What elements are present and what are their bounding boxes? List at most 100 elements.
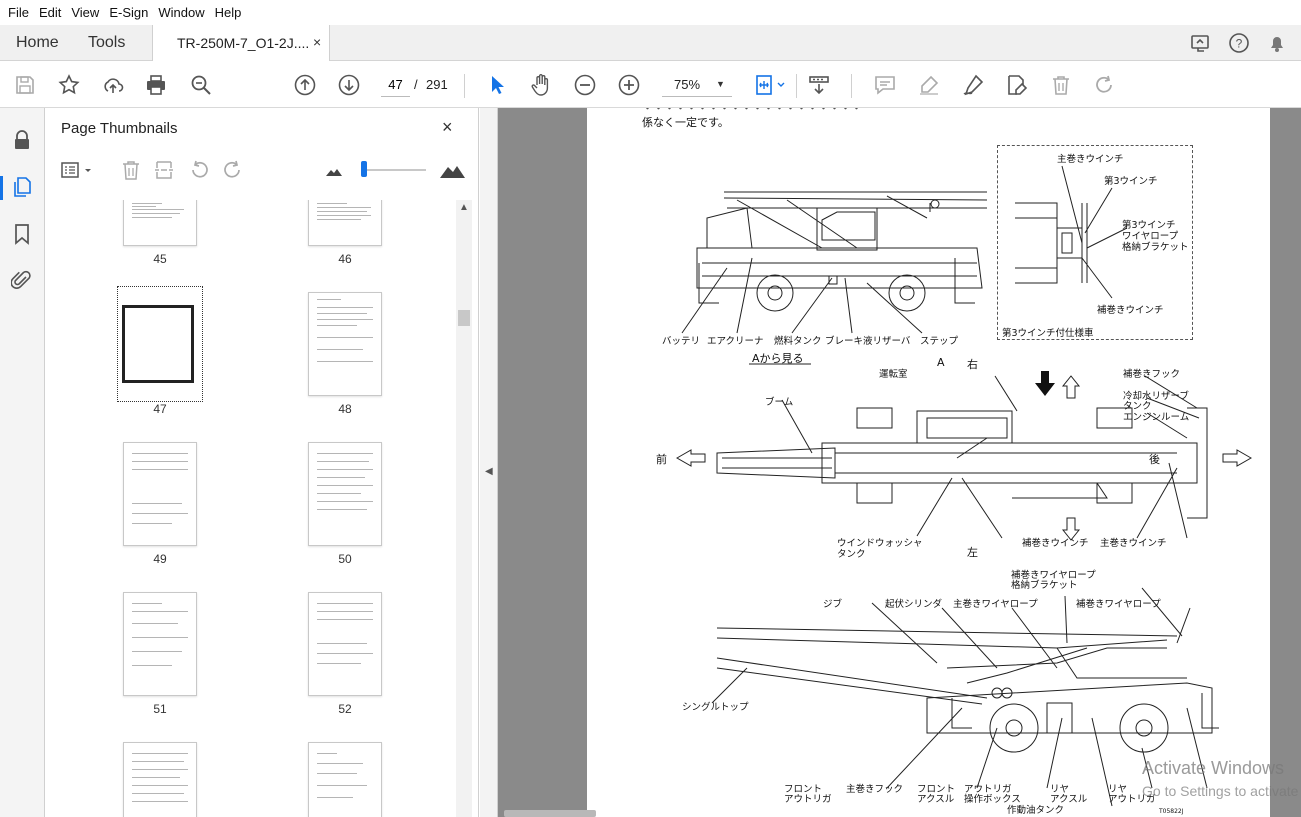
toolbar-divider xyxy=(851,74,852,98)
rotate-left-icon[interactable] xyxy=(187,158,211,182)
draw-pen-icon[interactable] xyxy=(960,72,986,98)
page-thumbnail[interactable] xyxy=(308,442,382,546)
label-brake-reservoir: ブレーキ液リザーバ xyxy=(825,336,911,347)
edit-text-icon[interactable] xyxy=(1004,72,1030,98)
attachment-paperclip-icon[interactable] xyxy=(10,268,34,292)
main-toolbar: / 291 75% ▼ xyxy=(0,62,1301,108)
print-icon[interactable] xyxy=(143,72,169,98)
page-thumbnail[interactable] xyxy=(308,592,382,696)
label-view-from-a: Aから見る xyxy=(752,352,804,365)
fit-page-icon[interactable] xyxy=(752,72,788,98)
comment-icon[interactable] xyxy=(872,72,898,98)
previous-page-icon[interactable] xyxy=(292,72,318,98)
search-zoom-icon[interactable] xyxy=(188,72,214,98)
large-thumbnail-icon[interactable] xyxy=(438,158,466,182)
hand-tool-icon[interactable] xyxy=(528,72,554,98)
notification-bell-icon[interactable] xyxy=(1265,31,1289,55)
page-thumbnail[interactable] xyxy=(308,292,382,396)
menu-edit[interactable]: Edit xyxy=(34,5,66,20)
label-hydraulic-tank: 作動油タンク xyxy=(1007,805,1065,816)
delete-page-icon[interactable] xyxy=(119,158,143,182)
menu-window[interactable]: Window xyxy=(153,5,209,20)
page-number-label: 45 xyxy=(153,252,167,266)
scroll-up-icon[interactable]: ▲ xyxy=(459,202,469,213)
split-page-icon[interactable] xyxy=(152,158,176,182)
page-number-input[interactable] xyxy=(381,73,410,97)
label-main-winch: 主巻きウインチ xyxy=(1057,154,1124,165)
zoom-out-icon[interactable] xyxy=(572,72,598,98)
tab-document-title: TR-250M-7_O1-2J.... xyxy=(177,35,310,51)
options-menu-icon[interactable] xyxy=(60,158,96,182)
scrollbar-thumb[interactable] xyxy=(458,310,470,326)
label-main-rope: 主巻きワイヤロープ xyxy=(953,599,1038,610)
label-right: 右 xyxy=(967,358,978,371)
tab-bar: Home Tools TR-250M-7_O1-2J.... × ? xyxy=(0,25,1301,61)
label-third-spec: 第3ウインチ付仕様車 xyxy=(1002,328,1094,339)
page-thumbnails-icon[interactable] xyxy=(10,175,34,199)
panel-close-button[interactable]: × xyxy=(442,117,453,138)
page-thumbnail[interactable] xyxy=(123,742,197,817)
menu-help[interactable]: Help xyxy=(210,5,247,20)
label-aux-bracket-2: 格納ブラケット xyxy=(1011,580,1078,591)
menu-file[interactable]: File xyxy=(3,5,34,20)
page-thumbnail[interactable] xyxy=(123,592,197,696)
small-thumbnail-icon[interactable] xyxy=(322,158,346,182)
page-thumbnail-selected[interactable] xyxy=(117,286,203,402)
label-main-hook: 主巻きフック xyxy=(846,784,904,795)
tab-home[interactable]: Home xyxy=(16,34,59,52)
page-thumbnail[interactable] xyxy=(123,442,197,546)
share-screen-icon[interactable] xyxy=(1189,31,1213,55)
document-horizontal-scrollbar[interactable] xyxy=(504,810,596,817)
left-nav-rail xyxy=(0,108,45,817)
page-thumbnail[interactable] xyxy=(308,200,382,246)
lock-icon[interactable] xyxy=(10,128,34,152)
active-indicator xyxy=(0,176,3,200)
zoom-in-icon[interactable] xyxy=(616,72,642,98)
label-battery: バッテリ xyxy=(662,336,701,347)
page-number-label: 47 xyxy=(153,402,167,416)
delete-trash-icon[interactable] xyxy=(1048,72,1074,98)
redo-icon[interactable] xyxy=(1092,72,1118,98)
select-cursor-icon[interactable] xyxy=(484,72,510,98)
label-aux-winch-plan: 補巻きウインチ xyxy=(1022,538,1089,549)
label-aux-rope: 補巻きワイヤロープ xyxy=(1076,599,1161,610)
page-thumbnail[interactable] xyxy=(123,200,197,246)
chevron-left-icon: ◀ xyxy=(485,466,493,477)
page-number-label: 50 xyxy=(338,552,352,566)
label-single-top: シングルトップ xyxy=(682,702,749,713)
tab-close-button[interactable]: × xyxy=(313,34,321,50)
label-front: 前 xyxy=(656,453,667,466)
toolbar-divider xyxy=(796,74,797,98)
highlight-pen-icon[interactable] xyxy=(916,72,942,98)
thumbnail-scrollbar[interactable]: ▲ xyxy=(456,200,472,817)
svg-text:?: ? xyxy=(1236,37,1243,51)
upload-cloud-icon[interactable] xyxy=(100,72,126,98)
label-front-outrigger-2: アウトリガ xyxy=(784,794,832,805)
rotate-right-icon[interactable] xyxy=(221,158,245,182)
bookmark-star-icon[interactable] xyxy=(56,72,82,98)
menu-esign[interactable]: E-Sign xyxy=(104,5,153,20)
help-icon[interactable]: ? xyxy=(1227,31,1251,55)
next-page-icon[interactable] xyxy=(336,72,362,98)
label-front-axle-2: アクスル xyxy=(917,794,955,805)
label-derrick-cylinder: 起伏シリンダ xyxy=(885,599,943,610)
bookmark-icon[interactable] xyxy=(10,222,34,246)
save-icon[interactable] xyxy=(12,72,38,98)
scroll-mode-icon[interactable] xyxy=(806,72,832,98)
menu-view[interactable]: View xyxy=(66,5,104,20)
label-rear: 後 xyxy=(1149,453,1160,466)
selected-page-preview xyxy=(122,305,194,383)
label-air-cleaner: エアクリーナ xyxy=(707,336,764,347)
page-number-label: 48 xyxy=(338,402,352,416)
page-total: 291 xyxy=(426,77,448,92)
label-third-winch: 第3ウインチ xyxy=(1104,176,1158,187)
thumbnail-size-track xyxy=(364,169,426,171)
page-thumbnail[interactable] xyxy=(308,742,382,817)
thumbnail-size-slider[interactable] xyxy=(361,161,367,177)
zoom-level-dropdown[interactable]: 75% ▼ xyxy=(662,73,732,97)
tab-document[interactable]: TR-250M-7_O1-2J.... × xyxy=(152,25,330,61)
document-view[interactable]: ◀ ・・・・・・・・・・・・・・・・・・・・ 係なく一定です。 主巻きウインチ … xyxy=(480,108,1301,817)
panel-collapse-handle[interactable]: ◀ xyxy=(480,108,498,817)
tab-tools[interactable]: Tools xyxy=(88,34,125,52)
thumbnail-list: 45 46 47 48 49 50 51 52 xyxy=(60,200,455,817)
